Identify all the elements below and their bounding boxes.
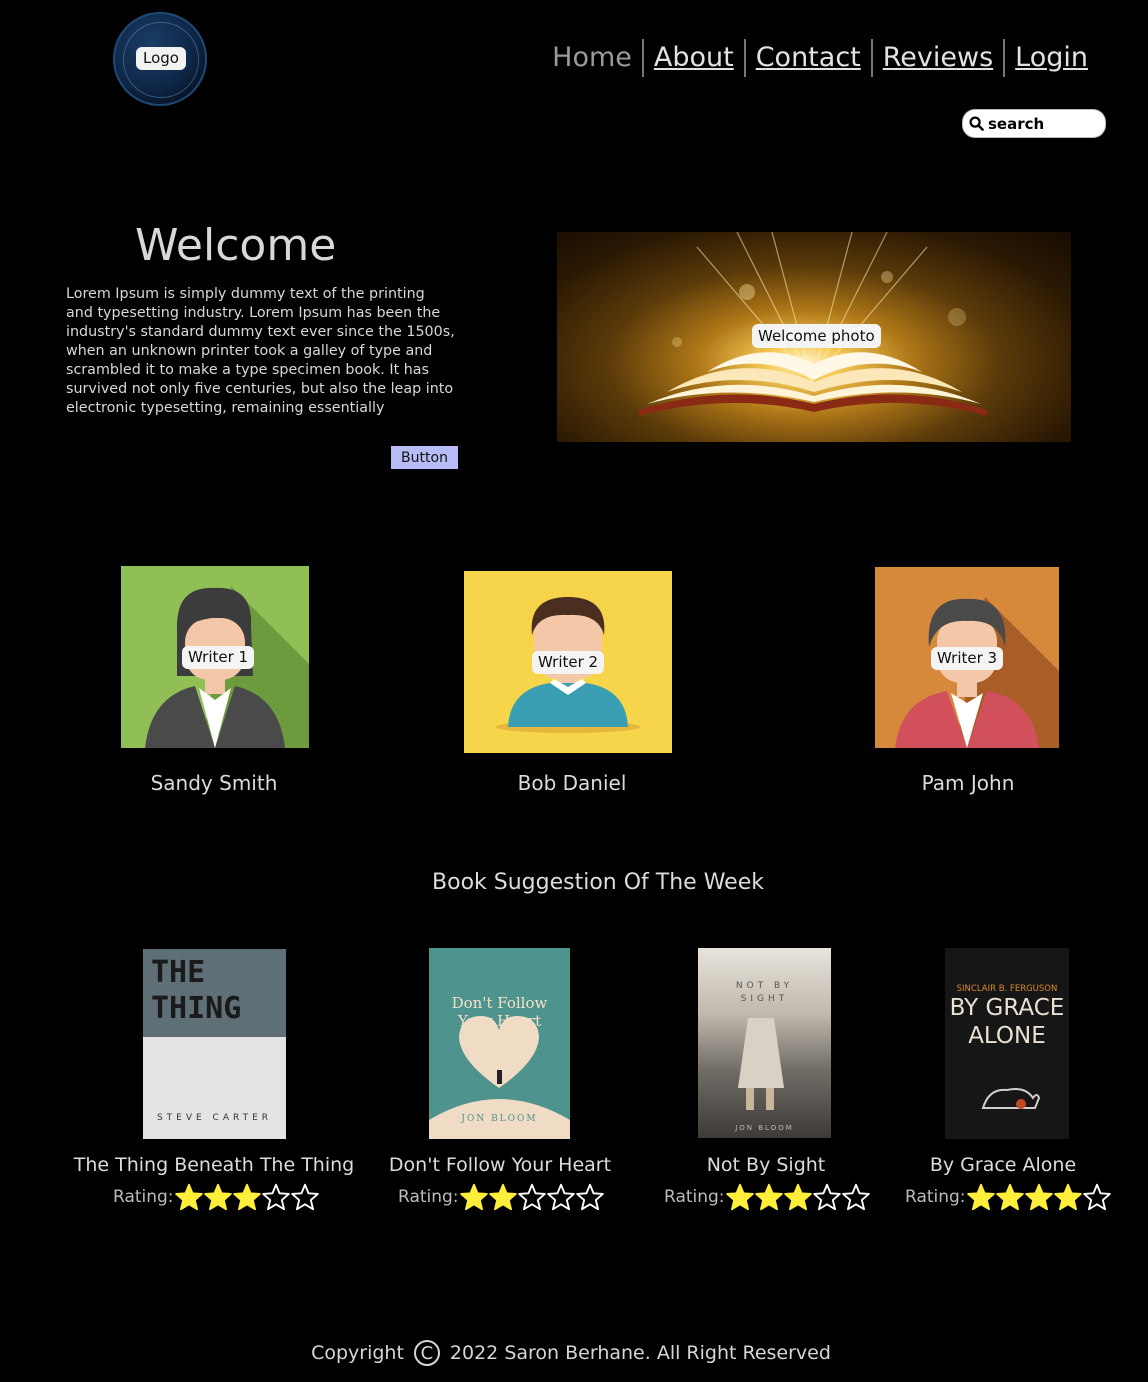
book-rating: Rating: xyxy=(113,1183,319,1211)
nav-login[interactable]: Login xyxy=(1005,38,1098,78)
nav-home[interactable]: Home xyxy=(542,38,642,78)
rating-label: Rating: xyxy=(398,1187,459,1207)
star-filled-icon xyxy=(488,1183,517,1211)
star-filled-icon xyxy=(783,1183,812,1211)
footer-text: 2022 Saron Berhane. All Right Reserved xyxy=(449,1342,831,1364)
writer-label: Writer 1 xyxy=(182,646,255,669)
welcome-photo: Welcome photo xyxy=(557,232,1071,442)
star-empty-icon xyxy=(575,1183,604,1211)
star-filled-icon xyxy=(1024,1183,1053,1211)
cover-bottom xyxy=(143,1037,286,1139)
star-empty-icon xyxy=(812,1183,841,1211)
star-filled-icon xyxy=(1053,1183,1082,1211)
star-filled-icon xyxy=(174,1183,203,1211)
cover-author: STEVE CARTER xyxy=(156,1113,273,1123)
search-box xyxy=(963,110,1105,137)
star-filled-icon xyxy=(966,1183,995,1211)
copyright-icon: C xyxy=(413,1340,440,1366)
book-rating: Rating: xyxy=(905,1183,1111,1211)
search-icon xyxy=(969,116,984,131)
heart-icon xyxy=(429,1016,570,1139)
star-filled-icon xyxy=(725,1183,754,1211)
star-filled-icon xyxy=(232,1183,261,1211)
rating-label: Rating: xyxy=(905,1187,966,1207)
star-empty-icon xyxy=(261,1183,290,1211)
cover-author: JON BLOOM xyxy=(735,1124,794,1132)
welcome-text: Lorem Ipsum is simply dummy text of the … xyxy=(66,286,455,416)
book-cover[interactable]: NOT BY SIGHT JON BLOOM xyxy=(698,948,831,1138)
cover-title: THE THING xyxy=(151,955,242,1026)
search-input[interactable] xyxy=(988,114,1096,133)
writer-avatar[interactable]: Writer 2 xyxy=(464,571,672,753)
star-empty-icon xyxy=(517,1183,546,1211)
book-title: The Thing Beneath The Thing xyxy=(73,1154,355,1176)
welcome-photo-label: Welcome photo xyxy=(752,324,881,348)
book-rating: Rating: xyxy=(398,1183,604,1211)
writer-name: Bob Daniel xyxy=(517,771,627,795)
star-filled-icon xyxy=(754,1183,783,1211)
lamb-icon xyxy=(981,1088,1041,1109)
book-cover[interactable]: THE THING STEVE CARTER xyxy=(143,949,286,1139)
welcome-title: Welcome xyxy=(135,220,337,271)
cover-author: JON BLOOM xyxy=(461,1114,538,1124)
star-filled-icon xyxy=(459,1183,488,1211)
writer-name: Sandy Smith xyxy=(150,771,278,795)
star-filled-icon xyxy=(995,1183,1024,1211)
book-rating: Rating: xyxy=(664,1183,870,1211)
footer: Copyright C 2022 Saron Berhane. All Righ… xyxy=(0,1340,1142,1366)
star-rating xyxy=(725,1183,870,1211)
welcome-button[interactable]: Button xyxy=(391,446,458,469)
writer-name: Pam John xyxy=(921,771,1015,795)
star-rating xyxy=(174,1183,319,1211)
book-title: By Grace Alone xyxy=(929,1154,1077,1176)
writer-avatar[interactable]: Writer 1 xyxy=(121,566,309,748)
star-rating xyxy=(966,1183,1111,1211)
star-filled-icon xyxy=(203,1183,232,1211)
rating-label: Rating: xyxy=(113,1187,174,1207)
logo[interactable]: Logo xyxy=(113,12,207,106)
star-empty-icon xyxy=(841,1183,870,1211)
writer-label: Writer 3 xyxy=(931,647,1004,670)
star-empty-icon xyxy=(546,1183,575,1211)
logo-label: Logo xyxy=(136,47,186,70)
nav-about[interactable]: About xyxy=(644,38,744,78)
book-cover[interactable]: Don't Follow Your Heart JON BLOOM xyxy=(429,948,570,1139)
main-nav: Home About Contact Reviews Login xyxy=(542,38,1098,78)
nav-reviews[interactable]: Reviews xyxy=(873,38,1003,78)
rating-label: Rating: xyxy=(664,1187,725,1207)
star-empty-icon xyxy=(290,1183,319,1211)
books-section-title: Book Suggestion Of The Week xyxy=(432,870,764,895)
writer-label: Writer 2 xyxy=(532,651,605,674)
star-rating xyxy=(459,1183,604,1211)
footer-copyright-label: Copyright xyxy=(311,1342,404,1364)
nav-contact[interactable]: Contact xyxy=(746,38,871,78)
book-cover[interactable]: SINCLAIR B. FERGUSON BY GRACE ALONE xyxy=(945,948,1069,1139)
star-empty-icon xyxy=(1082,1183,1111,1211)
writer-avatar[interactable]: Writer 3 xyxy=(875,567,1059,748)
walking-person-image xyxy=(738,1018,784,1110)
